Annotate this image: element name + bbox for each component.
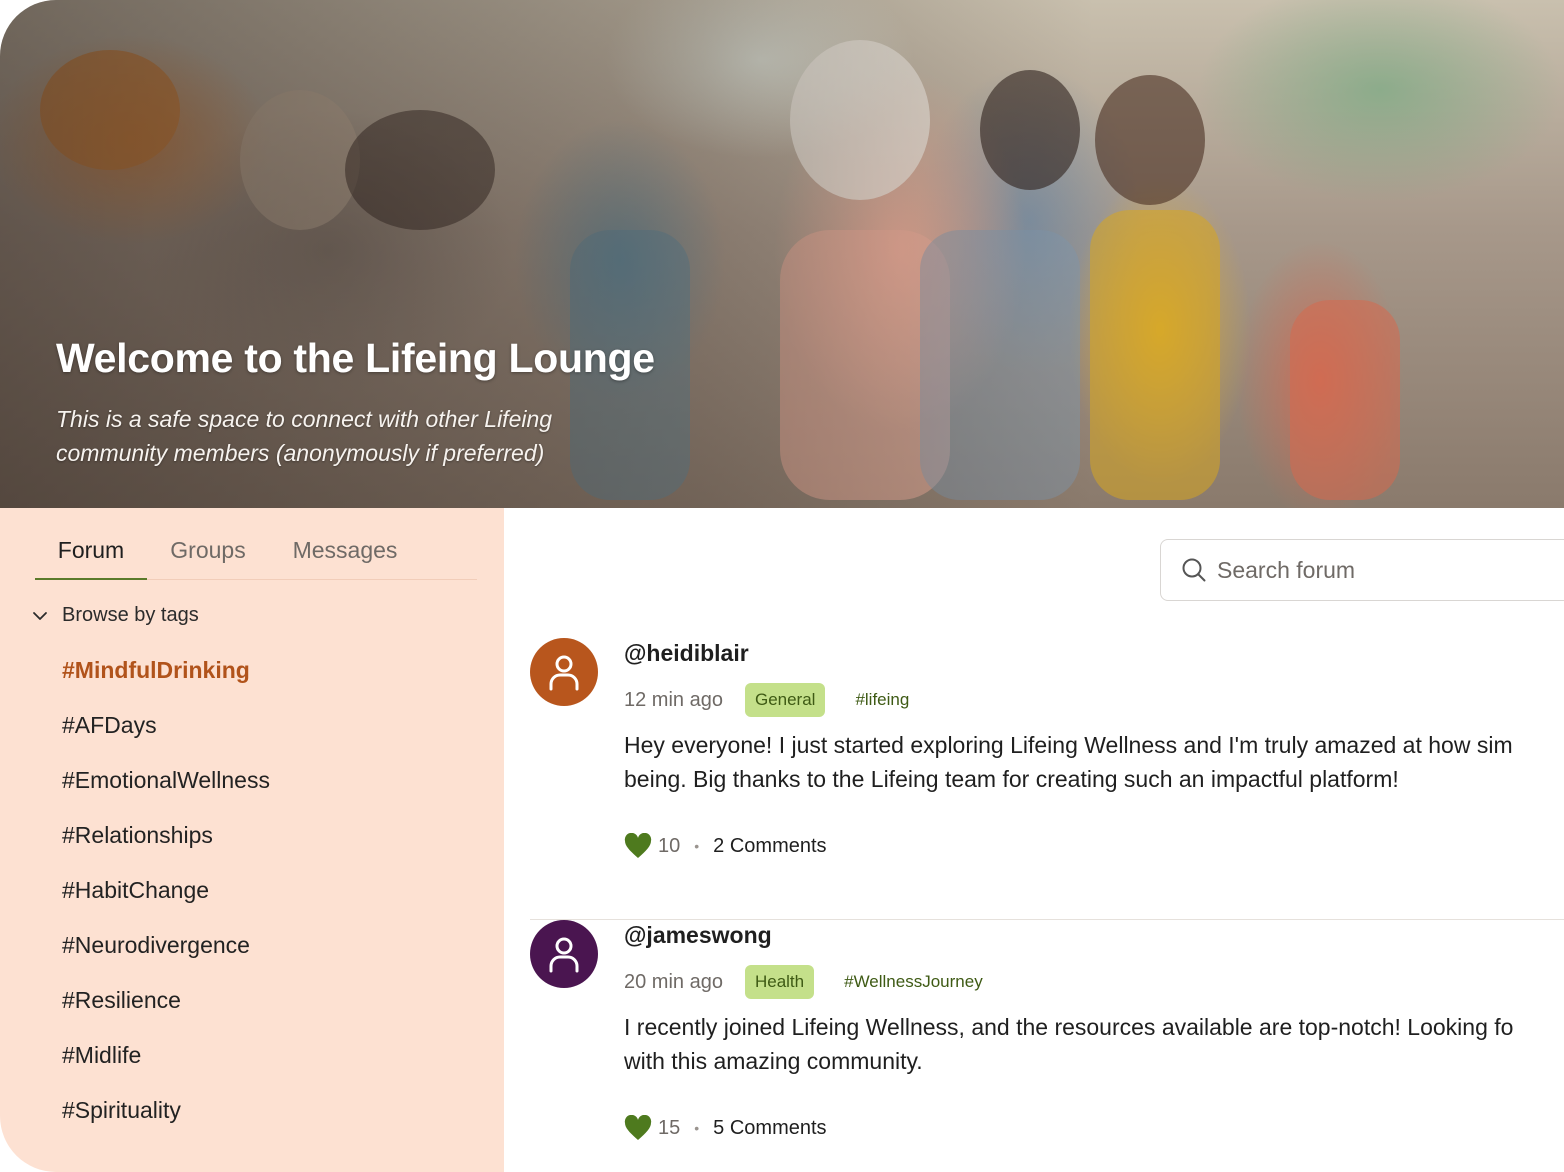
hero-title: Welcome to the Lifeing Lounge [56,335,655,381]
heart-icon[interactable] [624,833,652,859]
tag-item-midlife[interactable]: #Midlife [62,1035,270,1090]
comments-link[interactable]: 2 Comments [713,835,826,858]
post-body-line: I recently joined Lifeing Wellness, and … [624,1014,1514,1040]
separator-dot: • [694,1120,700,1136]
avatar[interactable] [530,920,598,988]
post-stats: 15 • 5 Comments [624,1112,827,1144]
forum-post: @heidiblair 12 min ago General #lifeing … [530,638,1564,920]
forum-main: @heidiblair 12 min ago General #lifeing … [504,508,1564,1172]
user-icon [549,937,579,973]
tag-list: #MindfulDrinking #AFDays #EmotionalWelln… [62,650,270,1145]
hero-banner: Welcome to the Lifeing Lounge This is a … [0,0,1564,508]
like-count: 10 [658,834,681,857]
tag-item-spirituality[interactable]: #Spirituality [62,1090,270,1145]
sidebar: Forum Groups Messages Browse by tags #Mi… [0,508,504,1172]
tab-groups[interactable]: Groups [163,530,253,580]
category-badge[interactable]: Health [744,965,815,999]
like-count: 15 [658,1116,681,1139]
tag-item-habitchange[interactable]: #HabitChange [62,870,270,925]
post-stats: 10 • 2 Comments [624,830,827,862]
category-badge[interactable]: General [744,683,826,717]
post-time: 20 min ago [624,970,723,993]
tag-item-neurodivergence[interactable]: #Neurodivergence [62,925,270,980]
comments-link[interactable]: 5 Comments [713,1117,826,1140]
post-time: 12 min ago [624,688,723,711]
post-hashtag[interactable]: #WellnessJourney [844,972,983,992]
chevron-down-icon [30,606,50,626]
tag-item-relationships[interactable]: #Relationships [62,815,270,870]
tag-item-mindfuldrinking[interactable]: #MindfulDrinking [62,650,270,705]
post-body: I recently joined Lifeing Wellness, and … [624,1010,1564,1078]
post-body-line: being. Big thanks to the Lifeing team fo… [624,766,1399,792]
post-username[interactable]: @heidiblair [624,640,749,667]
tab-messages[interactable]: Messages [283,530,407,580]
post-meta: 20 min ago Health #WellnessJourney [624,964,983,1000]
user-icon [549,655,579,691]
browse-by-tags-label: Browse by tags [62,604,199,626]
app-frame: Welcome to the Lifeing Lounge This is a … [0,0,1564,1172]
hero-subtitle: This is a safe space to connect with oth… [56,406,553,466]
forum-post: @jameswong 20 min ago Health #WellnessJo… [530,920,1564,1172]
post-meta: 12 min ago General #lifeing [624,682,909,718]
tab-forum[interactable]: Forum [35,530,147,580]
post-username[interactable]: @jameswong [624,922,772,949]
post-body-line: with this amazing community. [624,1048,923,1074]
tag-item-emotionalwellness[interactable]: #EmotionalWellness [62,760,270,815]
post-body-line: Hey everyone! I just started exploring L… [624,732,1513,758]
heart-icon[interactable] [624,1115,652,1141]
tab-bar: Forum Groups Messages [35,530,477,580]
browse-by-tags-toggle[interactable]: Browse by tags [30,604,199,627]
search-icon [1182,558,1206,582]
search-input[interactable] [1217,556,1564,584]
avatar[interactable] [530,638,598,706]
tag-item-afdays[interactable]: #AFDays [62,705,270,760]
post-body: Hey everyone! I just started exploring L… [624,728,1564,796]
separator-dot: • [694,838,700,854]
search-box[interactable] [1160,539,1564,601]
tag-item-resilience[interactable]: #Resilience [62,980,270,1035]
post-hashtag[interactable]: #lifeing [855,690,909,710]
